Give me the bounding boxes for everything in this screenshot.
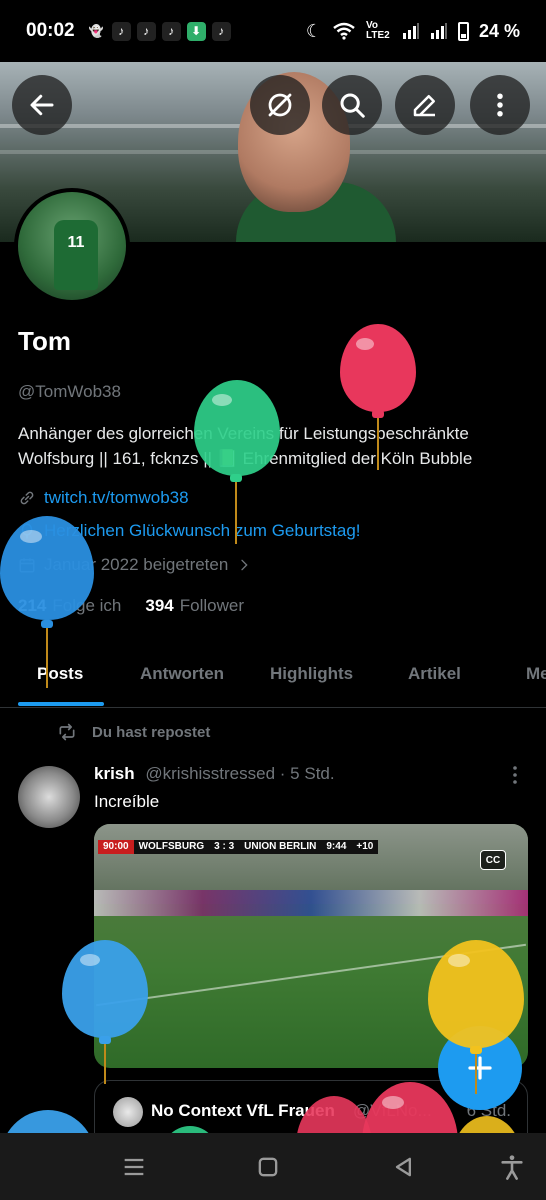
video-scoreboard: 90:00 WOLFSBURG 3 : 3 UNION BERLIN 9:44 … (98, 840, 379, 854)
captions-button[interactable]: CC (480, 850, 506, 870)
tiktok-icon: ♪ (136, 21, 156, 41)
plus-icon (468, 1056, 492, 1080)
website-row[interactable]: twitch.tv/tomwob38 (18, 488, 189, 508)
score-extra: +10 (351, 840, 379, 854)
back-nav-icon[interactable] (390, 1153, 418, 1181)
post-author-avatar[interactable] (18, 766, 80, 828)
video-boards (94, 890, 528, 916)
repost-indicator: Du hast repostet (56, 722, 210, 742)
balloon-body (428, 940, 524, 1048)
active-tab-indicator (18, 702, 104, 706)
tiktok-icon: ♪ (161, 21, 181, 41)
network-type: Vo LTE2 (365, 20, 390, 41)
balloon-body (62, 940, 148, 1038)
download-icon: ⬇ (186, 21, 206, 41)
balloon-string (377, 418, 379, 470)
balloon-shine (80, 954, 100, 966)
tiktok-icon: ♪ (111, 21, 131, 41)
home-icon[interactable] (254, 1153, 282, 1181)
battery-level: 24 % (478, 20, 520, 41)
score-home: WOLFSBURG (133, 840, 210, 854)
website-link[interactable]: twitch.tv/tomwob38 (44, 488, 189, 508)
signal-icon (402, 23, 419, 39)
repost-label: Du hast repostet (92, 723, 211, 741)
profile-handle: @TomWob38 (18, 382, 121, 401)
balloon-body (194, 380, 280, 476)
repost-icon (59, 723, 75, 741)
balloon-shine (356, 338, 374, 350)
balloon-body (340, 324, 416, 412)
score-value: 3 : 3 (209, 840, 240, 854)
battery-icon (457, 21, 469, 41)
accessibility-icon[interactable] (498, 1153, 526, 1181)
more-vertical-icon (497, 93, 503, 117)
profile-avatar[interactable]: 11 (14, 188, 130, 304)
tiktok-icon: ♪ (211, 21, 231, 41)
followers-count: 394 (145, 596, 174, 615)
score-extra-clock: 9:44 (321, 840, 352, 854)
balloon-shine (382, 1096, 404, 1109)
tab-articles[interactable]: Artikel (408, 664, 461, 684)
balloon-body (0, 516, 94, 620)
moon-icon: ☾ (305, 20, 322, 41)
balloon-knot (372, 410, 384, 418)
tab-media[interactable]: Me (526, 664, 546, 684)
post-header: krish @krishisstressed · 5 Std. (94, 764, 335, 784)
balloon-shine (448, 954, 470, 967)
balloon-string (475, 1054, 477, 1094)
signal-icon (430, 23, 447, 39)
post-author-handle: @krishisstressed (145, 764, 276, 783)
status-bar: 00:02 👻 ♪ ♪ ♪ ⬇ ♪ ☾ Vo LTE2 24 % (0, 0, 546, 62)
system-nav-bar (0, 1133, 546, 1200)
snapchat-icon: 👻 (88, 24, 104, 38)
pencil-icon (413, 95, 435, 117)
tab-posts[interactable]: Posts (37, 664, 83, 684)
followers-label: Follower (179, 596, 244, 615)
post-author-name[interactable]: krish (94, 764, 135, 783)
edit-button[interactable] (395, 75, 455, 135)
back-button[interactable] (12, 75, 72, 135)
notification-icons: 👻 ♪ ♪ ♪ ⬇ ♪ (87, 21, 231, 41)
search-button[interactable] (322, 75, 382, 135)
search-icon (340, 93, 365, 118)
balloon-string (46, 628, 48, 688)
post-time: · 5 Std. (279, 764, 335, 783)
followers-link[interactable]: 394 Follower (145, 596, 244, 616)
arrow-left-icon (30, 94, 54, 116)
profile-name: Tom (18, 326, 71, 356)
hidden-icon (268, 93, 292, 117)
link-icon (20, 491, 34, 505)
balloon-string (104, 1044, 106, 1084)
balloon-knot (230, 474, 242, 482)
avatar-jersey: 11 (54, 220, 98, 290)
profile-tabs: Posts Antworten Highlights Artikel Me (0, 640, 546, 708)
status-time: 00:02 (26, 20, 75, 41)
quote-author-avatar (113, 1097, 143, 1127)
post-more-icon[interactable] (508, 764, 522, 786)
tab-highlights[interactable]: Highlights (270, 664, 353, 684)
birthday-text: Herzlichen Glückwunsch zum Geburtstag! (44, 521, 361, 540)
balloon-knot (470, 1046, 482, 1054)
more-options-button[interactable] (470, 75, 530, 135)
balloon-knot (99, 1036, 111, 1044)
balloon-knot (41, 620, 53, 628)
balloon-string (235, 482, 237, 544)
status-right: ☾ Vo LTE2 24 % (306, 21, 520, 42)
recent-apps-icon[interactable] (120, 1153, 148, 1181)
wifi-icon (333, 22, 355, 40)
balloon-shine (20, 530, 42, 543)
tab-replies[interactable]: Antworten (140, 664, 224, 684)
chevron-right-icon (241, 559, 248, 571)
hidden-button[interactable] (250, 75, 310, 135)
balloon-shine (212, 394, 232, 406)
score-clock: 90:00 (98, 840, 134, 854)
post-text: Increíble (94, 792, 160, 811)
score-away: UNION BERLIN (239, 840, 322, 854)
